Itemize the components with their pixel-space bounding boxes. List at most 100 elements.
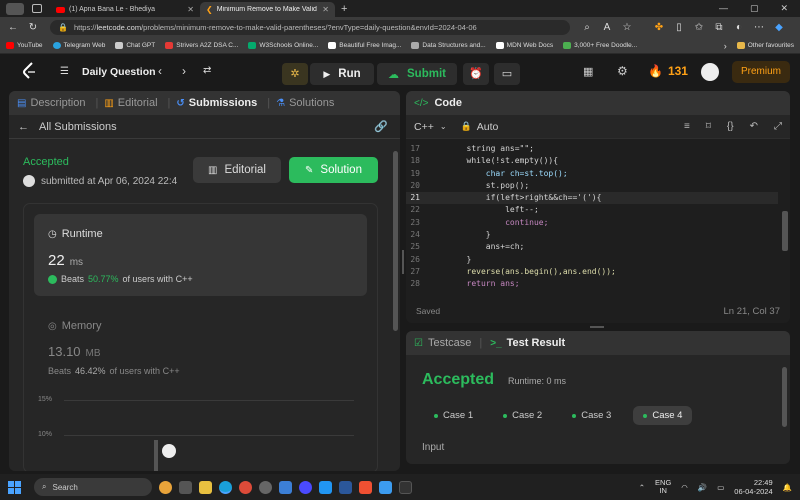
close-window-icon[interactable]: ✕ (780, 3, 788, 14)
bookmark-w3schools[interactable]: W3Schools Online... (248, 42, 318, 49)
git-icon[interactable] (359, 480, 372, 494)
read-aloud-icon[interactable]: A (600, 22, 614, 33)
prev-problem-icon[interactable]: ‹ (158, 64, 162, 78)
other-favourites[interactable]: Other favourites (736, 42, 794, 49)
run-button[interactable]: ▶ Run (310, 63, 374, 85)
language-indicator[interactable]: ENG IN (655, 479, 671, 495)
windows-start-icon[interactable] (8, 480, 21, 494)
chevron-right-icon[interactable]: › (724, 41, 727, 51)
bookmark-chatgpt[interactable]: Chat GPT (115, 42, 155, 49)
autocomplete-mode[interactable]: 🔒 Auto (461, 121, 499, 133)
word-icon[interactable] (339, 480, 352, 494)
collections-icon[interactable]: ⧉ (712, 22, 726, 33)
favourites-icon[interactable]: ✩ (692, 22, 706, 33)
clock[interactable]: 22:49 06-04-2024 (734, 478, 772, 496)
more-options-icon[interactable]: ⋯ (752, 22, 766, 33)
tab-testcase[interactable]: ☑ Testcase (414, 337, 471, 349)
volume-icon[interactable]: 🔊 (698, 483, 707, 492)
all-submissions-bar[interactable]: ← All Submissions 🔗 (9, 115, 400, 139)
tab-actions-icon[interactable] (32, 4, 42, 13)
submit-button[interactable]: ☁ Submit (377, 63, 457, 85)
vscode-icon[interactable] (319, 480, 332, 494)
app-dark-icon[interactable] (399, 480, 412, 494)
store-icon[interactable] (279, 480, 292, 494)
browser-tab-youtube[interactable]: (1) Apna Bana Le - Bhediya ✕ (50, 2, 200, 17)
wifi-icon[interactable]: ◠ (681, 483, 688, 492)
split-screen-icon[interactable]: ▯ (672, 22, 686, 33)
notification-bell-icon[interactable]: 🔔 (783, 483, 792, 492)
streak-counter[interactable]: 🔥 131 (648, 64, 688, 78)
maximize-icon[interactable]: ▢ (750, 3, 759, 14)
avatar[interactable] (701, 63, 719, 81)
case-tab[interactable]: Case 1 (426, 406, 481, 425)
share-link-icon[interactable]: 🔗 (374, 120, 388, 133)
code-scrollbar[interactable] (782, 211, 788, 251)
leetcode-logo-icon[interactable] (22, 62, 38, 80)
copilot-icon[interactable]: ◆ (772, 22, 786, 33)
settings-icon[interactable] (259, 480, 272, 494)
runtime-card[interactable]: ◷ Runtime 22 ms Beats 50.77% of users wi… (34, 214, 367, 296)
editorial-button[interactable]: ▥ Editorial (193, 157, 281, 183)
browser-menu-icon[interactable] (6, 2, 24, 15)
taskbar-search[interactable]: ⌕ Search (34, 478, 152, 496)
extension-icon[interactable]: ✤ (652, 22, 666, 33)
close-tab-icon[interactable]: ✕ (322, 5, 329, 14)
edge-icon[interactable] (219, 480, 232, 494)
reset-code-icon[interactable]: ↶ (750, 121, 758, 132)
file-explorer-icon[interactable] (199, 480, 212, 494)
braces-icon[interactable]: {} (727, 121, 734, 132)
case-tab-active[interactable]: Case 4 (633, 406, 693, 425)
left-panel-scrollbar[interactable] (393, 151, 398, 331)
minimize-icon[interactable]: — (719, 3, 728, 14)
language-select[interactable]: C++ ⌄ (414, 121, 447, 133)
chrome-icon[interactable] (239, 480, 252, 494)
battery-icon[interactable]: ▭ (717, 483, 724, 492)
zoom-icon[interactable]: ⌕ (580, 22, 594, 33)
fullscreen-icon[interactable]: ⤢ (774, 121, 782, 132)
tab-editorial[interactable]: ▥ Editorial (104, 97, 157, 109)
bookmark-dsa[interactable]: Data Structures and... (411, 42, 486, 49)
format-code-icon[interactable]: ≡ (684, 121, 690, 132)
memory-card[interactable]: ◎ Memory 13.10 MB Beats 46.42% of users … (34, 306, 367, 388)
bookmark-strivers[interactable]: Strivers A2Z DSA C... (165, 42, 238, 49)
new-tab-icon[interactable]: + (341, 3, 347, 15)
chevron-up-icon[interactable]: ⌃ (639, 483, 645, 492)
todo-icon[interactable] (379, 480, 392, 494)
daily-question-link[interactable]: Daily Question (82, 66, 156, 78)
tab-test-result[interactable]: >_ Test Result (490, 337, 565, 349)
bookmark-mdn[interactable]: MDN Web Docs (495, 42, 553, 49)
debug-button[interactable]: ✲ (282, 63, 308, 85)
next-problem-icon[interactable]: › (182, 64, 186, 78)
back-icon[interactable]: ← (6, 22, 20, 33)
premium-button[interactable]: Premium (732, 61, 790, 83)
tab-submissions[interactable]: ↺ Submissions (176, 97, 257, 109)
bookmark-telegram[interactable]: Telegram Web (52, 42, 105, 49)
taskbar-figure-icon[interactable] (159, 480, 172, 494)
test-panel-scrollbar[interactable] (782, 367, 787, 427)
settings-gear-icon[interactable]: ⚙ (617, 64, 628, 78)
close-tab-icon[interactable]: ✕ (187, 5, 194, 14)
tab-solutions[interactable]: ⚗ Solutions (276, 97, 334, 109)
favourite-star-icon[interactable]: ☆ (620, 22, 634, 33)
task-view-icon[interactable] (179, 480, 192, 494)
solution-button[interactable]: ✎ Solution (289, 157, 378, 183)
tab-description[interactable]: ▤ Description (17, 97, 85, 109)
panel-resize-handle[interactable] (402, 250, 404, 274)
back-arrow-icon[interactable]: ← (18, 121, 29, 133)
bookmark-youtube[interactable]: YouTube (6, 42, 43, 49)
case-tab[interactable]: Case 3 (564, 406, 619, 425)
profile-icon[interactable]: ◐ (732, 22, 746, 33)
notes-button[interactable]: ▭ (494, 63, 520, 85)
horizontal-resize-handle[interactable] (590, 326, 604, 328)
bookmark-icon[interactable]: ⌑ (706, 121, 711, 132)
problem-list-icon[interactable]: ☰ (60, 66, 69, 77)
reload-icon[interactable]: ↻ (26, 22, 40, 33)
bookmark-images[interactable]: Beautiful Free Imag... (328, 42, 401, 49)
timer-button[interactable]: ⏰ (463, 63, 489, 85)
layout-grid-icon[interactable]: ▦ (583, 65, 593, 78)
browser-tab-leetcode[interactable]: ❮ Minimum Remove to Make Valid ✕ (200, 2, 335, 17)
app-icon[interactable] (299, 480, 312, 494)
shuffle-icon[interactable]: ⇄ (203, 65, 211, 76)
address-bar[interactable]: 🔒 https://leetcode.com/problems/minimum-… (50, 20, 570, 35)
bookmark-doodles[interactable]: 3,000+ Free Doodle... (563, 42, 637, 49)
